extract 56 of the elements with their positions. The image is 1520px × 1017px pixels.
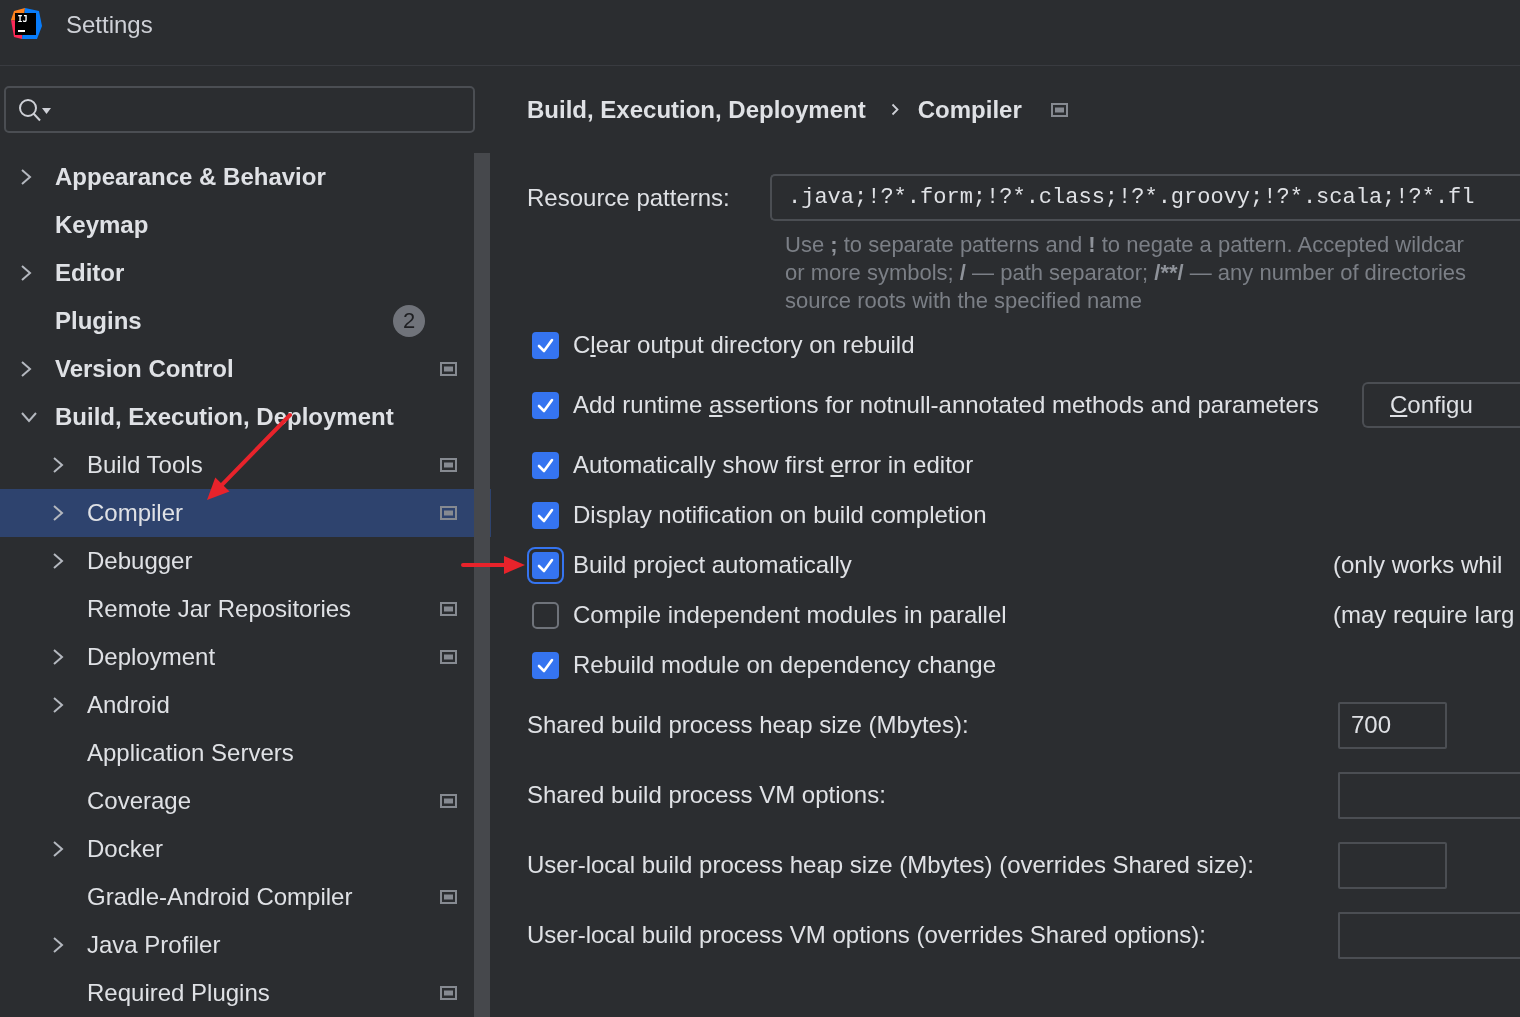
tree-item[interactable]: Build, Execution, Deployment — [0, 393, 491, 441]
checkbox-label[interactable]: Rebuild module on dependency change — [573, 651, 996, 679]
scrollbar-thumb[interactable] — [474, 153, 490, 1017]
field-label: User-local build process heap size (Mbytes) (overrides Shared size): — [527, 851, 1255, 879]
checkbox[interactable] — [532, 391, 559, 419]
input-field[interactable]: 700 — [1338, 701, 1447, 749]
hint-text: Use ; to separate patterns and ! to negate a pattern. Accepted wildcar or more symbols; / — path separator; /**/ — any number of directories source roots with the specified name — [785, 231, 1468, 315]
checkbox-label[interactable]: Add runtime assertions for notnull-annotated methods and parameters — [573, 391, 1319, 419]
app-logo: IJ — [10, 8, 42, 40]
field-label: Resource patterns: — [527, 183, 731, 212]
checkbox[interactable] — [532, 651, 559, 679]
input-field[interactable] — [1338, 911, 1520, 959]
input-field[interactable] — [1338, 771, 1520, 819]
tree-item[interactable]: Compiler — [0, 489, 491, 537]
field-label: Shared build process VM options: — [527, 781, 887, 809]
checkbox[interactable] — [532, 451, 559, 479]
checkbox[interactable] — [532, 501, 559, 529]
search-field[interactable] — [4, 86, 475, 133]
tree-item[interactable]: Editor — [0, 249, 491, 297]
tree-item[interactable]: Coverage — [0, 777, 491, 825]
tree-item[interactable]: Version Control — [0, 345, 491, 393]
tree-item[interactable]: Docker — [0, 825, 491, 873]
checkbox-label[interactable]: Automatically show first error in editor — [573, 451, 974, 479]
chevron-right-icon — [890, 103, 899, 116]
tree-item[interactable]: Required Plugins — [0, 969, 491, 1017]
window-title: Settings — [66, 10, 153, 40]
checkbox[interactable] — [527, 546, 564, 584]
checkbox-label[interactable]: Build project automatically — [573, 551, 852, 579]
annotation-arrow — [461, 555, 525, 575]
tree-item[interactable]: Appearance & Behavior — [0, 153, 491, 201]
search-icon — [18, 97, 41, 122]
input-field[interactable] — [1338, 841, 1447, 889]
tree-item[interactable]: Gradle-Android Compiler — [0, 873, 491, 921]
checkbox-label[interactable]: Compile independent modules in parallel — [573, 601, 1007, 629]
breadcrumb-item: Compiler — [917, 95, 1022, 124]
configure-button[interactable]: Configu — [1362, 382, 1520, 428]
tree-item[interactable]: Build Tools — [0, 441, 491, 489]
note-text: (may require larg — [1333, 601, 1515, 629]
tree-item[interactable]: Plugins 2 — [0, 297, 491, 345]
checkbox-label[interactable]: Clear output directory on rebuild — [573, 331, 915, 359]
note-text: (only works whil — [1333, 551, 1503, 579]
checkbox[interactable] — [532, 331, 559, 359]
checkbox-label[interactable]: Display notification on build completion — [573, 501, 987, 529]
tree-item[interactable]: Android — [0, 681, 491, 729]
tree-item[interactable]: Remote Jar Repositories — [0, 585, 491, 633]
tree-item[interactable]: Java Profiler — [0, 921, 491, 969]
tree-item[interactable]: Application Servers — [0, 729, 491, 777]
field-label: User-local build process VM options (overrides Shared options): — [527, 921, 1207, 949]
field-label: Shared build process heap size (Mbytes): — [527, 711, 970, 739]
tree-item[interactable]: Debugger — [0, 537, 491, 585]
input-field[interactable]: .java;!?*.form;!?*.class;!?*.groovy;!?*.scala;!?*.fl — [770, 174, 1520, 221]
count-badge: 2 — [393, 305, 425, 337]
breadcrumb-item[interactable]: Build, Execution, Deployment — [527, 95, 866, 124]
tree-item[interactable]: Deployment — [0, 633, 491, 681]
tree-item[interactable]: Keymap — [0, 201, 491, 249]
checkbox[interactable] — [532, 601, 559, 629]
